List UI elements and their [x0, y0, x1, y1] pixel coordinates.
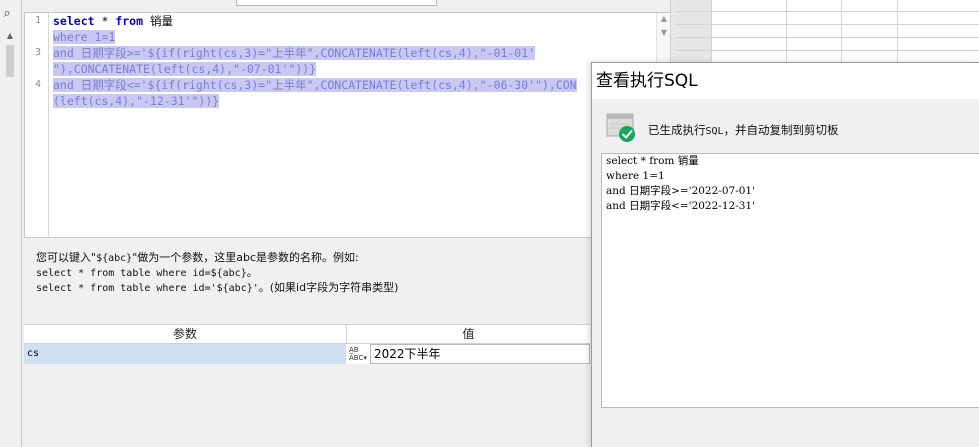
code-text-selected: "),CONCATENATE(left(cs,4),"-07-01'"))} — [53, 62, 317, 76]
keyword-from: from — [115, 14, 144, 28]
code-line-3: and 日期字段>='${if(right(cs,3)="上半年",CONCAT… — [53, 45, 536, 61]
message-text: 已生成执行 — [648, 123, 706, 137]
scroll-thumb[interactable] — [6, 45, 14, 77]
grid-line — [675, 50, 979, 51]
scroll-up-icon[interactable]: ▲ — [657, 13, 671, 25]
help-line-2: select * from table where id=${abc}。 — [36, 264, 258, 280]
param-name-cell[interactable]: cs — [24, 344, 346, 364]
view-sql-dialog: 查看执行SQL 已生成执行SQL，并自动复制到剪切板 select * from… — [591, 62, 979, 447]
param-value-input[interactable]: 2022下半年 — [370, 344, 590, 364]
code-text-selected: and 日期字段>='${if(right(cs,3)="上半年",CONCAT… — [53, 46, 536, 60]
line-number: 1 — [34, 15, 41, 26]
code-line-2: where 1=1 — [53, 29, 116, 45]
column-header-value[interactable]: 值 — [347, 325, 590, 344]
success-check-icon — [606, 113, 635, 142]
line-number-gutter: 1 3 4 — [25, 13, 49, 237]
dialog-title: 查看执行SQL — [592, 63, 979, 99]
help-line-3: select * from table where id='${abc}'。(如… — [36, 279, 398, 295]
grid-line — [841, 0, 842, 62]
grid-line — [711, 0, 712, 62]
help-text: select * from table where id=${abc} — [36, 268, 247, 279]
grid-line — [675, 37, 979, 38]
sheet-row-header — [675, 0, 711, 62]
executed-sql-textarea[interactable]: select * from 销量 where 1=1 and 日期字段>='20… — [601, 153, 979, 408]
grid-line — [897, 0, 898, 62]
code-text-selected: (left(cs,4),"-12-31'"))} — [53, 94, 220, 108]
spreadsheet-fragment — [675, 0, 979, 62]
sql-editor[interactable]: 1 3 4 select * from 销量 where 1=1 and 日期字… — [24, 12, 670, 238]
line-number: 3 — [34, 47, 41, 58]
scroll-up-icon[interactable]: ▲ — [3, 30, 17, 42]
dialog-header: 已生成执行SQL，并自动复制到剪切板 — [592, 99, 979, 153]
help-text: "做为一个参数，这里abc是参数的名称。例如: — [132, 251, 359, 264]
sql-line: where 1=1 — [606, 170, 665, 182]
parameter-help: 您可以键入"${abc}"做为一个参数，这里abc是参数的名称。例如: sele… — [24, 243, 590, 323]
parameter-grid: 参数 值 cs A̲B ABC▾ 2022下半年 — [24, 324, 590, 447]
help-text: ${abc} — [96, 253, 133, 264]
code-line-3-wrap: "),CONCATENATE(left(cs,4),"-07-01'"))} — [53, 61, 317, 77]
code-text: * — [94, 14, 116, 28]
table-row[interactable]: cs A̲B ABC▾ 2022下半年 — [24, 344, 590, 364]
column-header-param[interactable]: 参数 — [24, 325, 346, 344]
code-line-4: and 日期字段<='${if(right(cs,3)="上半年",CONCAT… — [53, 77, 577, 93]
code-line-1: select * from 销量 — [53, 13, 173, 29]
help-text: select * from table where id='${abc}' — [36, 283, 259, 294]
grid-line — [675, 11, 979, 12]
sql-line: and 日期字段>='2022-07-01' — [606, 185, 755, 197]
sql-line: select * from 销量 — [606, 155, 699, 167]
dialog-message: 已生成执行SQL，并自动复制到剪切板 — [648, 122, 839, 138]
search-icon[interactable]: ⌕ — [0, 4, 14, 24]
message-text: ，并自动复制到剪切板 — [723, 123, 839, 137]
grid-header: 参数 值 — [24, 324, 590, 344]
line-number: 4 — [34, 79, 41, 90]
code-text-selected: where 1=1 — [53, 30, 116, 44]
grid-line — [786, 0, 787, 62]
help-text: 。(如果id字段为字符串类型) — [258, 281, 399, 294]
keyword-select: select — [53, 14, 95, 28]
scroll-down-icon[interactable]: ▼ — [657, 27, 671, 39]
code-line-4-wrap: (left(cs,4),"-12-31'"))} — [53, 93, 220, 109]
message-text: SQL — [705, 126, 724, 137]
help-text: 。 — [246, 266, 258, 279]
sql-line: and 日期字段<='2022-12-31' — [606, 200, 755, 212]
help-text: 您可以键入" — [36, 251, 97, 264]
ab-type-icon[interactable]: A̲B ABC▾ — [346, 344, 370, 364]
help-line-1: 您可以键入"${abc}"做为一个参数，这里abc是参数的名称。例如: — [36, 249, 359, 265]
grid-line — [675, 24, 979, 25]
left-scrollbar[interactable]: ▲ — [3, 30, 17, 440]
code-text-selected: and 日期字段<='${if(right(cs,3)="上半年",CONCAT… — [53, 78, 577, 92]
top-field-edge[interactable] — [236, 0, 437, 6]
code-text: 销量 — [143, 14, 173, 28]
